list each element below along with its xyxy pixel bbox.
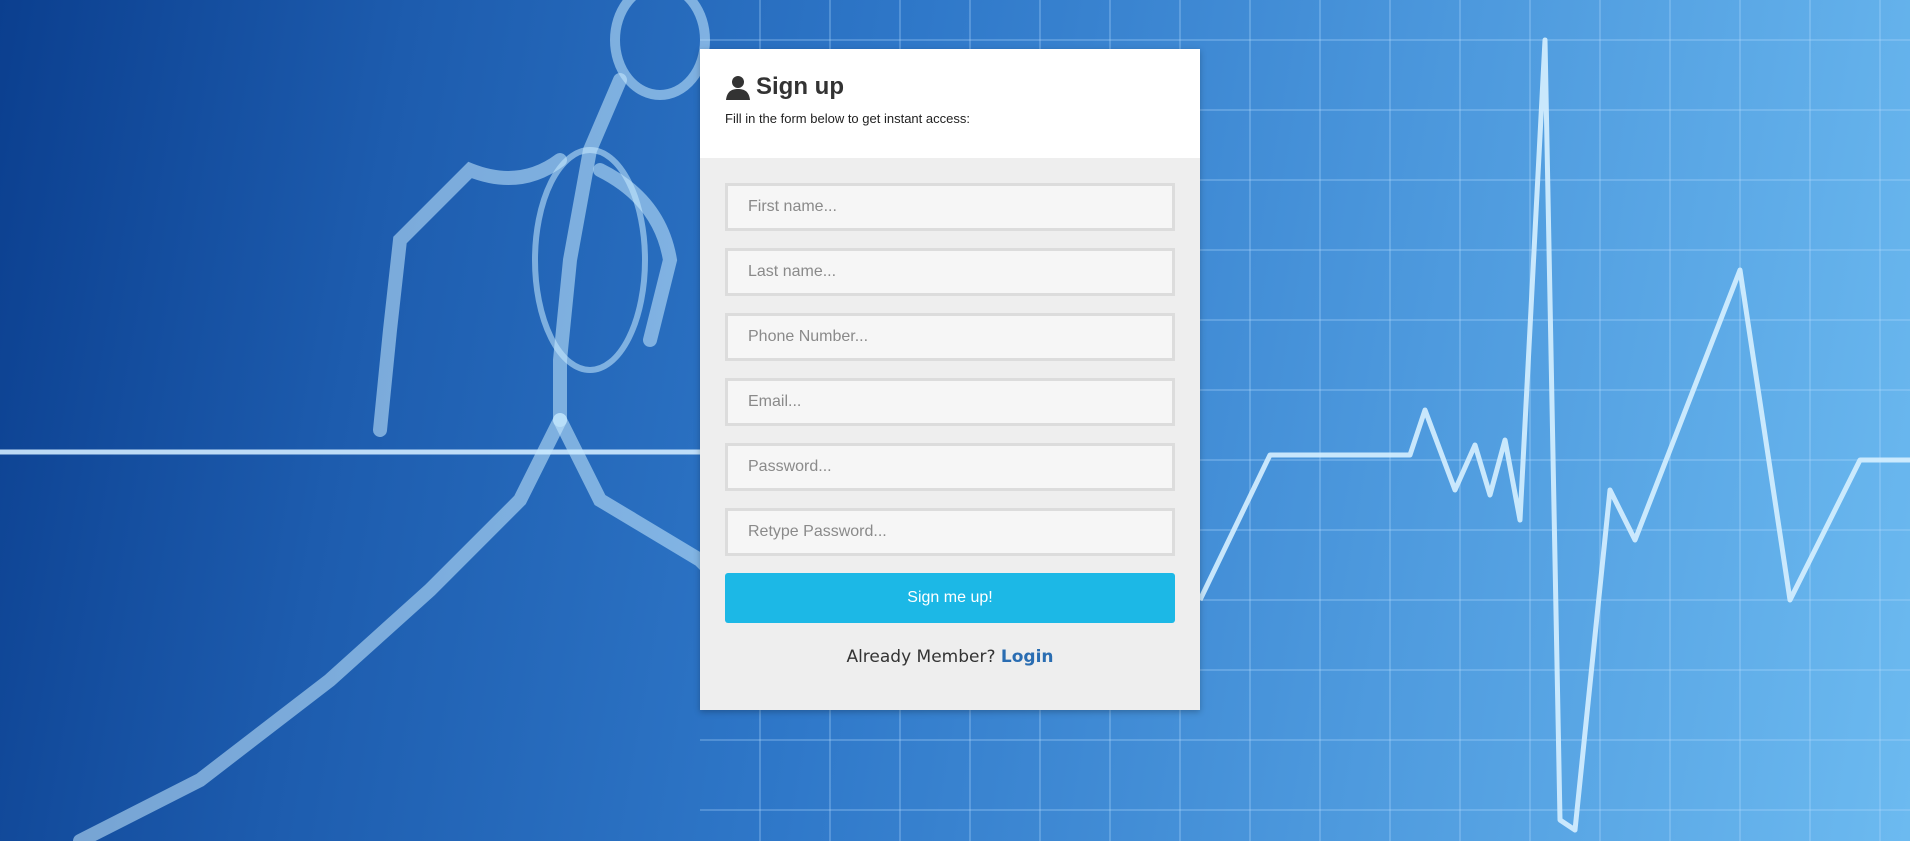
login-link[interactable]: Login [1001, 647, 1054, 667]
title-row: Sign up [725, 49, 1175, 101]
page-title: Sign up [756, 73, 844, 100]
already-member-label: Already Member? [846, 647, 996, 667]
user-icon [725, 74, 751, 100]
signup-form: Sign me up! Already Member? Login [700, 158, 1200, 667]
last-name-field[interactable] [725, 248, 1175, 296]
skeleton-figure [73, 0, 767, 841]
login-prompt: Already Member? Login [725, 647, 1175, 667]
heartbeat-line [1197, 37, 1910, 833]
page-subtitle: Fill in the form below to get instant ac… [725, 111, 970, 126]
card-header: Sign up Fill in the form below to get in… [700, 49, 1200, 158]
password-field[interactable] [725, 443, 1175, 491]
retype-password-field[interactable] [725, 508, 1175, 556]
first-name-field[interactable] [725, 183, 1175, 231]
phone-number-field[interactable] [725, 313, 1175, 361]
signup-card: Sign up Fill in the form below to get in… [700, 49, 1200, 710]
sign-up-button[interactable]: Sign me up! [725, 573, 1175, 623]
email-field[interactable] [725, 378, 1175, 426]
